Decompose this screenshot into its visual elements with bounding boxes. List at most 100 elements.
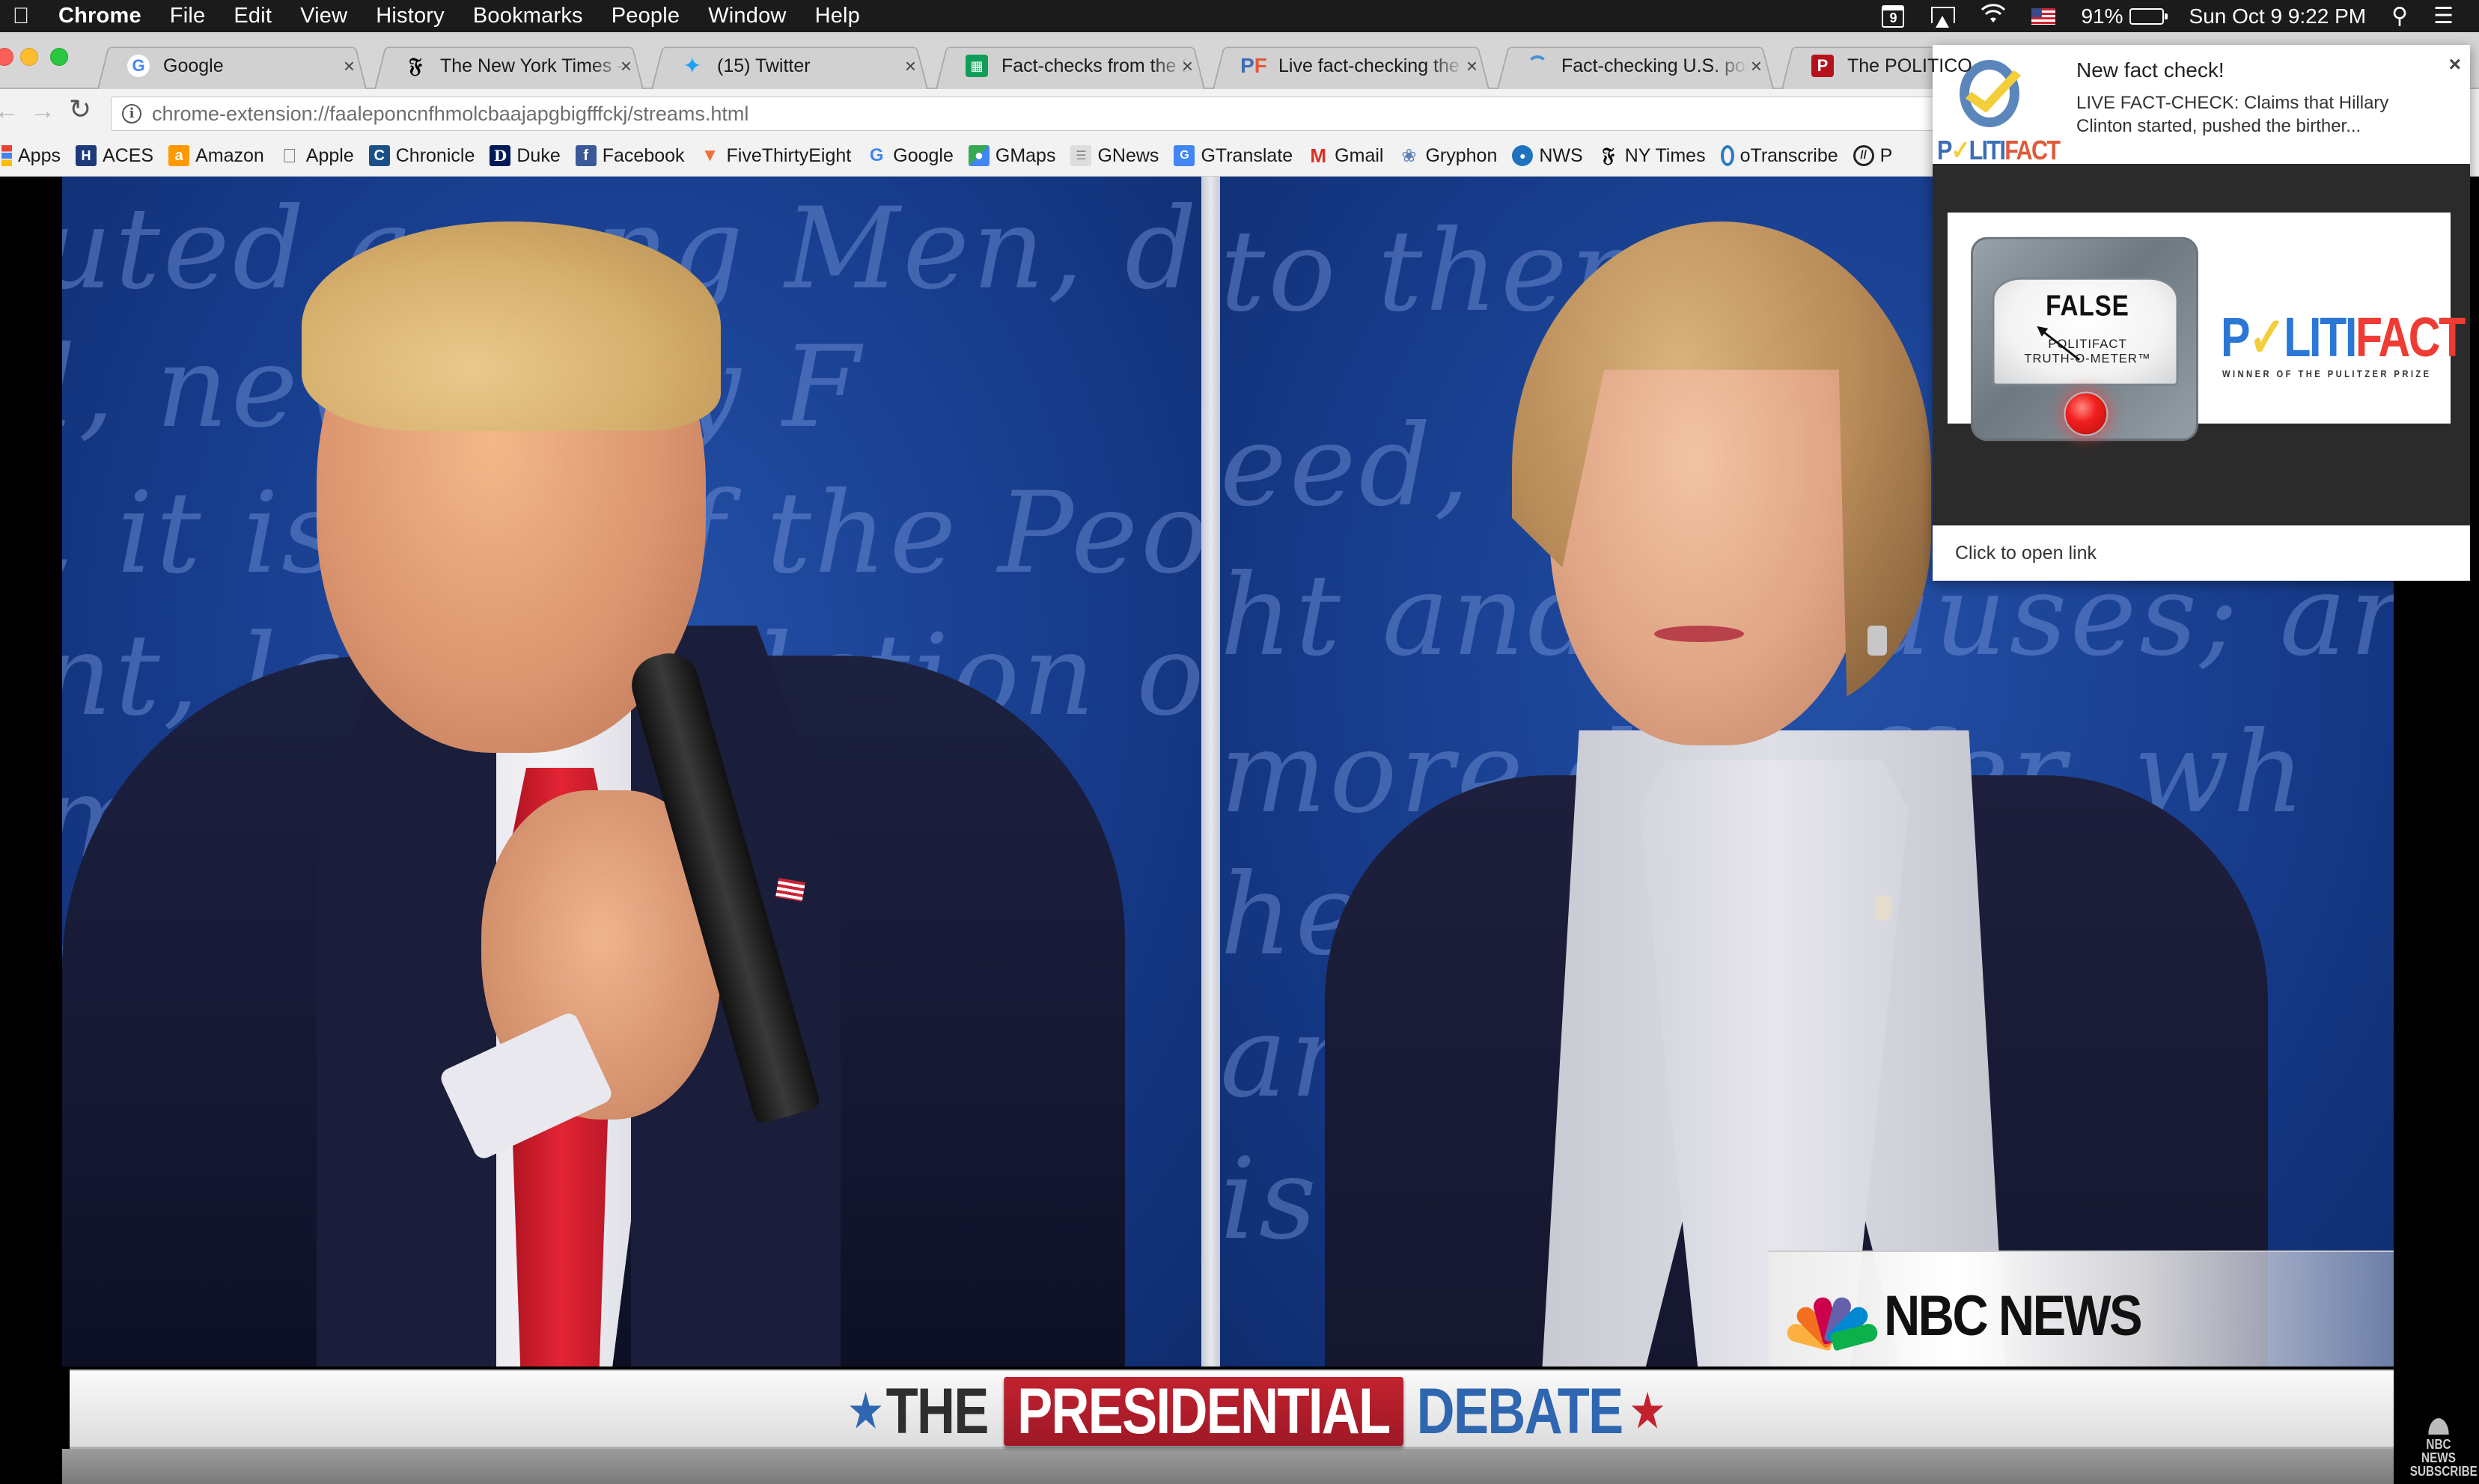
tab-factcheck[interactable]: Fact-checking U.S. politics × bbox=[1497, 43, 1774, 89]
tab-nytimes[interactable]: 𝔉 The New York Times - Breaking News × bbox=[374, 43, 644, 89]
site-info-icon[interactable]: i bbox=[122, 104, 141, 123]
apple-menu-icon[interactable]:  bbox=[6, 4, 36, 29]
bookmark-label: Gryphon bbox=[1425, 144, 1498, 166]
earring bbox=[1867, 626, 1887, 656]
peacock-icon bbox=[2422, 1409, 2455, 1435]
notification-center-icon[interactable]: ☰ bbox=[2433, 3, 2454, 29]
notification-footer[interactable]: Click to open link bbox=[1933, 525, 2470, 581]
wifi-icon[interactable] bbox=[1981, 3, 2006, 30]
battery-status[interactable]: 91% bbox=[2081, 4, 2168, 28]
url-text[interactable]: chrome-extension://faaleponcnfhmolcbaaja… bbox=[152, 103, 748, 126]
bookmark-chronicle[interactable]: C Chronicle bbox=[368, 144, 475, 167]
back-button[interactable]: ← bbox=[0, 97, 19, 126]
tab-close-icon[interactable]: × bbox=[905, 55, 916, 78]
bookmark-gnews[interactable]: ☰ GNews bbox=[1070, 145, 1159, 167]
nbc-subscribe-watermark[interactable]: NBC NEWS SUBSCRIBE bbox=[2410, 1409, 2478, 1478]
noaa-icon: ● bbox=[1512, 145, 1534, 166]
tab-title: Google bbox=[163, 55, 224, 76]
bookmark-label: Apps bbox=[18, 144, 61, 166]
bookmark-label: FiveThirtyEight bbox=[726, 144, 852, 166]
fivethirtyeight-icon: ▼ bbox=[701, 145, 719, 165]
bookmark-apps[interactable]: Apps bbox=[1, 145, 61, 167]
menu-people[interactable]: People bbox=[612, 4, 680, 28]
bookmark-facebook[interactable]: f Facebook bbox=[575, 144, 685, 167]
bookmark-amazon[interactable]: a Amazon bbox=[168, 145, 264, 167]
menu-file[interactable]: File bbox=[170, 4, 206, 28]
address-bar[interactable]: i chrome-extension://faaleponcnfhmolcbaa… bbox=[111, 97, 1945, 131]
bookmark-label: NY Times bbox=[1624, 144, 1706, 166]
meter-rating: FALSE bbox=[2046, 290, 2129, 323]
reload-button[interactable]: ↻ bbox=[69, 94, 91, 125]
menu-help[interactable]: Help bbox=[815, 4, 860, 28]
google-maps-icon: ● bbox=[968, 145, 990, 166]
menu-bookmarks[interactable]: Bookmarks bbox=[473, 4, 583, 28]
bookmark-otranscribe[interactable]: oTranscribe bbox=[1720, 144, 1838, 167]
politifact-wordmark: P✓LITIFACT bbox=[2221, 306, 2466, 368]
meter-face: FALSE POLITIFACT TRUTH-O-METER™ bbox=[1992, 277, 2179, 386]
tab-sheets[interactable]: ▦ Fact-checks from the 2nd debate × bbox=[936, 43, 1205, 89]
nbc-news-logo: NBC NEWS bbox=[1785, 1283, 2176, 1352]
notification-body: LIVE FACT-CHECK: Claims that Hillary Cli… bbox=[2076, 93, 2389, 136]
fact-check-notification[interactable]: P✓LITIFACT New fact check! LIVE FACT-CHE… bbox=[1933, 45, 2470, 581]
apple-icon:  bbox=[279, 144, 300, 167]
notification-close-button[interactable]: × bbox=[2449, 52, 2461, 76]
nytimes-icon: 𝔉 bbox=[1602, 144, 1614, 167]
chyron-presidential: PRESIDENTIAL bbox=[1004, 1375, 1403, 1447]
menu-window[interactable]: Window bbox=[708, 4, 786, 28]
twitter-icon: ✦ bbox=[683, 53, 702, 79]
bookmark-label: oTranscribe bbox=[1739, 144, 1838, 166]
tab-close-icon[interactable]: × bbox=[344, 55, 355, 78]
video-panel-left: uted among Men, deriving l, never any F … bbox=[62, 177, 1201, 1367]
peacock-icon bbox=[1785, 1290, 1879, 1352]
politifact-tagline: WINNER OF THE PULITZER PRIZE bbox=[2222, 368, 2432, 379]
menu-history[interactable]: History bbox=[376, 4, 445, 28]
bookmark-nws[interactable]: ● NWS bbox=[1512, 145, 1583, 167]
tab-google[interactable]: G Google × bbox=[97, 43, 367, 89]
macos-menu-bar:  Chrome File Edit View History Bookmark… bbox=[0, 0, 2479, 32]
bookmark-label: Facebook bbox=[602, 144, 685, 166]
bookmark-gmaps[interactable]: ● GMaps bbox=[968, 145, 1055, 167]
google-icon: G bbox=[127, 55, 150, 77]
minimize-window-button[interactable] bbox=[20, 48, 38, 66]
split-screen-divider bbox=[1201, 177, 1220, 1367]
chronicle-icon: C bbox=[368, 145, 390, 166]
tab-close-icon[interactable]: × bbox=[1182, 55, 1193, 78]
bookmark-apple[interactable]:  Apple bbox=[279, 144, 354, 167]
menu-app-chrome[interactable]: Chrome bbox=[58, 4, 141, 28]
menu-edit[interactable]: Edit bbox=[234, 4, 272, 28]
forward-button[interactable]: → bbox=[30, 97, 55, 126]
clock[interactable]: Sun Oct 9 9:22 PM bbox=[2189, 4, 2367, 28]
chyron-debate: DEBATE bbox=[1416, 1375, 1624, 1447]
bookmark-aces[interactable]: H ACES bbox=[75, 145, 153, 167]
open-link-action[interactable]: Click to open link bbox=[1955, 543, 2097, 564]
close-window-button[interactable] bbox=[0, 48, 13, 66]
subscribe-line1: NBC NEWS bbox=[2421, 1437, 2456, 1465]
airplay-icon[interactable] bbox=[1930, 5, 1956, 28]
bookmark-gtranslate[interactable]: G GTranslate bbox=[1174, 145, 1293, 167]
chyron-title: ★ THE PRESIDENTIAL DEBATE ★ bbox=[844, 1375, 1668, 1447]
bookmark-fivethirtyeight[interactable]: ▼ FiveThirtyEight bbox=[700, 145, 852, 167]
tab-politifact[interactable]: PF Live fact-checking the second × bbox=[1213, 43, 1489, 89]
bookmark-label: Google bbox=[893, 144, 954, 166]
bookmark-label: Chronicle bbox=[395, 144, 475, 166]
tab-close-icon[interactable]: × bbox=[620, 55, 632, 78]
truth-o-meter: FALSE POLITIFACT TRUTH-O-METER™ bbox=[1971, 236, 2198, 442]
tab-twitter[interactable]: ✦ (15) Twitter × bbox=[651, 43, 928, 89]
star-left-icon: ★ bbox=[849, 1386, 882, 1436]
calendar-icon[interactable]: 9 bbox=[1882, 4, 1905, 28]
bookmark-pitchfork[interactable]: // P bbox=[1853, 145, 1892, 167]
bookmark-gmail[interactable]: M Gmail bbox=[1308, 144, 1383, 167]
spotlight-search-icon[interactable]: ⚲ bbox=[2391, 3, 2408, 29]
network-logo-box: NBC NEWS bbox=[1769, 1251, 2394, 1367]
menu-view[interactable]: View bbox=[300, 4, 347, 28]
sheets-icon: ▦ bbox=[966, 55, 988, 77]
bookmark-gryphon[interactable]: ❀ Gryphon bbox=[1398, 145, 1497, 167]
bookmark-nytimes[interactable]: 𝔉 NY Times bbox=[1598, 144, 1706, 167]
bookmark-google[interactable]: G Google bbox=[866, 145, 954, 167]
bookmark-duke[interactable]: D Duke bbox=[490, 145, 561, 167]
tab-close-icon[interactable]: × bbox=[1466, 55, 1478, 78]
zoom-window-button[interactable] bbox=[50, 48, 68, 66]
tab-close-icon[interactable]: × bbox=[1751, 55, 1762, 78]
politifact-wordmark: P✓LITIFACT bbox=[1937, 135, 2061, 165]
us-flag-input-icon[interactable] bbox=[2031, 7, 2056, 25]
